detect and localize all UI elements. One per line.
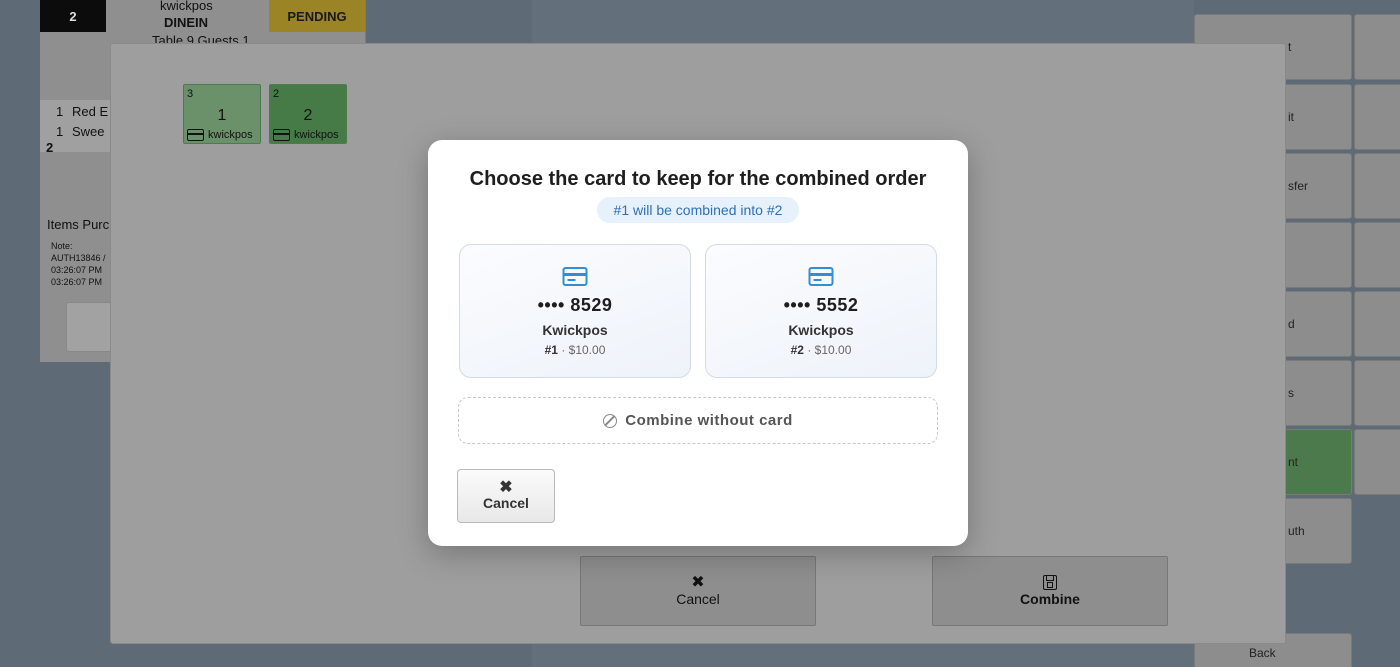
- order-card: kwickpos: [187, 129, 253, 141]
- credit-card-icon: [187, 129, 204, 141]
- note-line: Note:: [51, 241, 73, 251]
- combine-without-card-button[interactable]: Combine without card: [458, 397, 938, 444]
- right-side-button[interactable]: [1354, 153, 1400, 219]
- order-number-badge: 2: [40, 0, 106, 32]
- right-side-button[interactable]: [1354, 222, 1400, 288]
- card-order-meta: #1 · $10.00: [460, 343, 690, 357]
- note-line: AUTH13846 /: [51, 253, 106, 263]
- close-icon: ✖: [691, 574, 705, 591]
- modal-cancel-label: Cancel: [483, 495, 529, 511]
- modal-cancel-button[interactable]: ✖ Cancel: [457, 469, 555, 523]
- item-name: Red E: [72, 104, 109, 119]
- close-icon: ✖: [499, 479, 513, 496]
- card-holder: kwickpos: [294, 129, 339, 141]
- server-name: kwickpos: [160, 0, 213, 13]
- right-side-button[interactable]: [1354, 429, 1400, 495]
- right-side-button[interactable]: [1354, 84, 1400, 150]
- card-last-digits: •••• 5552: [783, 295, 859, 315]
- credit-card-icon: [562, 267, 588, 286]
- card-option-1[interactable]: •••• 8529 Kwickpos #1 · $10.00: [459, 244, 691, 378]
- items-purchased-label: Items Purc: [47, 217, 110, 232]
- order-number: 1: [217, 107, 227, 124]
- order-tile-2[interactable]: 2 2 kwickpos: [269, 84, 347, 144]
- right-side-button[interactable]: [1354, 14, 1400, 80]
- card-order-number: #2: [790, 343, 804, 357]
- card-option-2[interactable]: •••• 5552 Kwickpos #2 · $10.00: [705, 244, 937, 378]
- order-item-count: 3: [187, 88, 194, 100]
- card-holder: kwickpos: [208, 129, 253, 141]
- combine-label: Combine: [1020, 591, 1080, 607]
- card-holder-name: Kwickpos: [788, 322, 854, 338]
- card-order-number: #1: [544, 343, 558, 357]
- choose-card-modal: Choose the card to keep for the combined…: [428, 140, 968, 546]
- item-qty: 1: [56, 104, 64, 119]
- right-side-button[interactable]: [1354, 291, 1400, 357]
- right-side-button[interactable]: [1354, 360, 1400, 426]
- status-badge: PENDING: [269, 0, 365, 32]
- combine-button[interactable]: Combine: [932, 556, 1168, 626]
- ban-icon: [603, 413, 618, 428]
- note-line: 03:26:07 PM: [51, 265, 103, 275]
- card-last-digits: •••• 8529: [537, 295, 613, 315]
- combine-info-pill: #1 will be combined into #2: [597, 197, 799, 223]
- items-count: 2: [46, 140, 54, 155]
- card-holder-name: Kwickpos: [542, 322, 608, 338]
- order-tile-1[interactable]: 3 1 kwickpos: [183, 84, 261, 144]
- card-amount: · $10.00: [807, 343, 852, 357]
- order-card: kwickpos: [273, 129, 339, 141]
- card-order-meta: #2 · $10.00: [706, 343, 936, 357]
- card-amount: · $10.00: [561, 343, 606, 357]
- note-line: 03:26:07 PM: [51, 277, 103, 287]
- order-item-count: 2: [273, 88, 280, 100]
- credit-card-icon: [808, 267, 834, 286]
- modal-title: Choose the card to keep for the combined…: [469, 168, 927, 190]
- credit-card-icon: [273, 129, 290, 141]
- order-number: 2: [303, 107, 313, 124]
- dialog-cancel-label: Cancel: [676, 591, 720, 607]
- ticket-note: Note: AUTH13846 / 03:26:07 PM 03:26:07 P…: [51, 240, 106, 288]
- item-name: Swee: [72, 124, 105, 139]
- dialog-cancel-button[interactable]: ✖ Cancel: [580, 556, 816, 626]
- order-type: DINEIN: [164, 15, 209, 30]
- item-qty: 1: [56, 124, 64, 139]
- combine-without-card-label: Combine without card: [625, 412, 793, 429]
- save-icon: [1043, 575, 1057, 590]
